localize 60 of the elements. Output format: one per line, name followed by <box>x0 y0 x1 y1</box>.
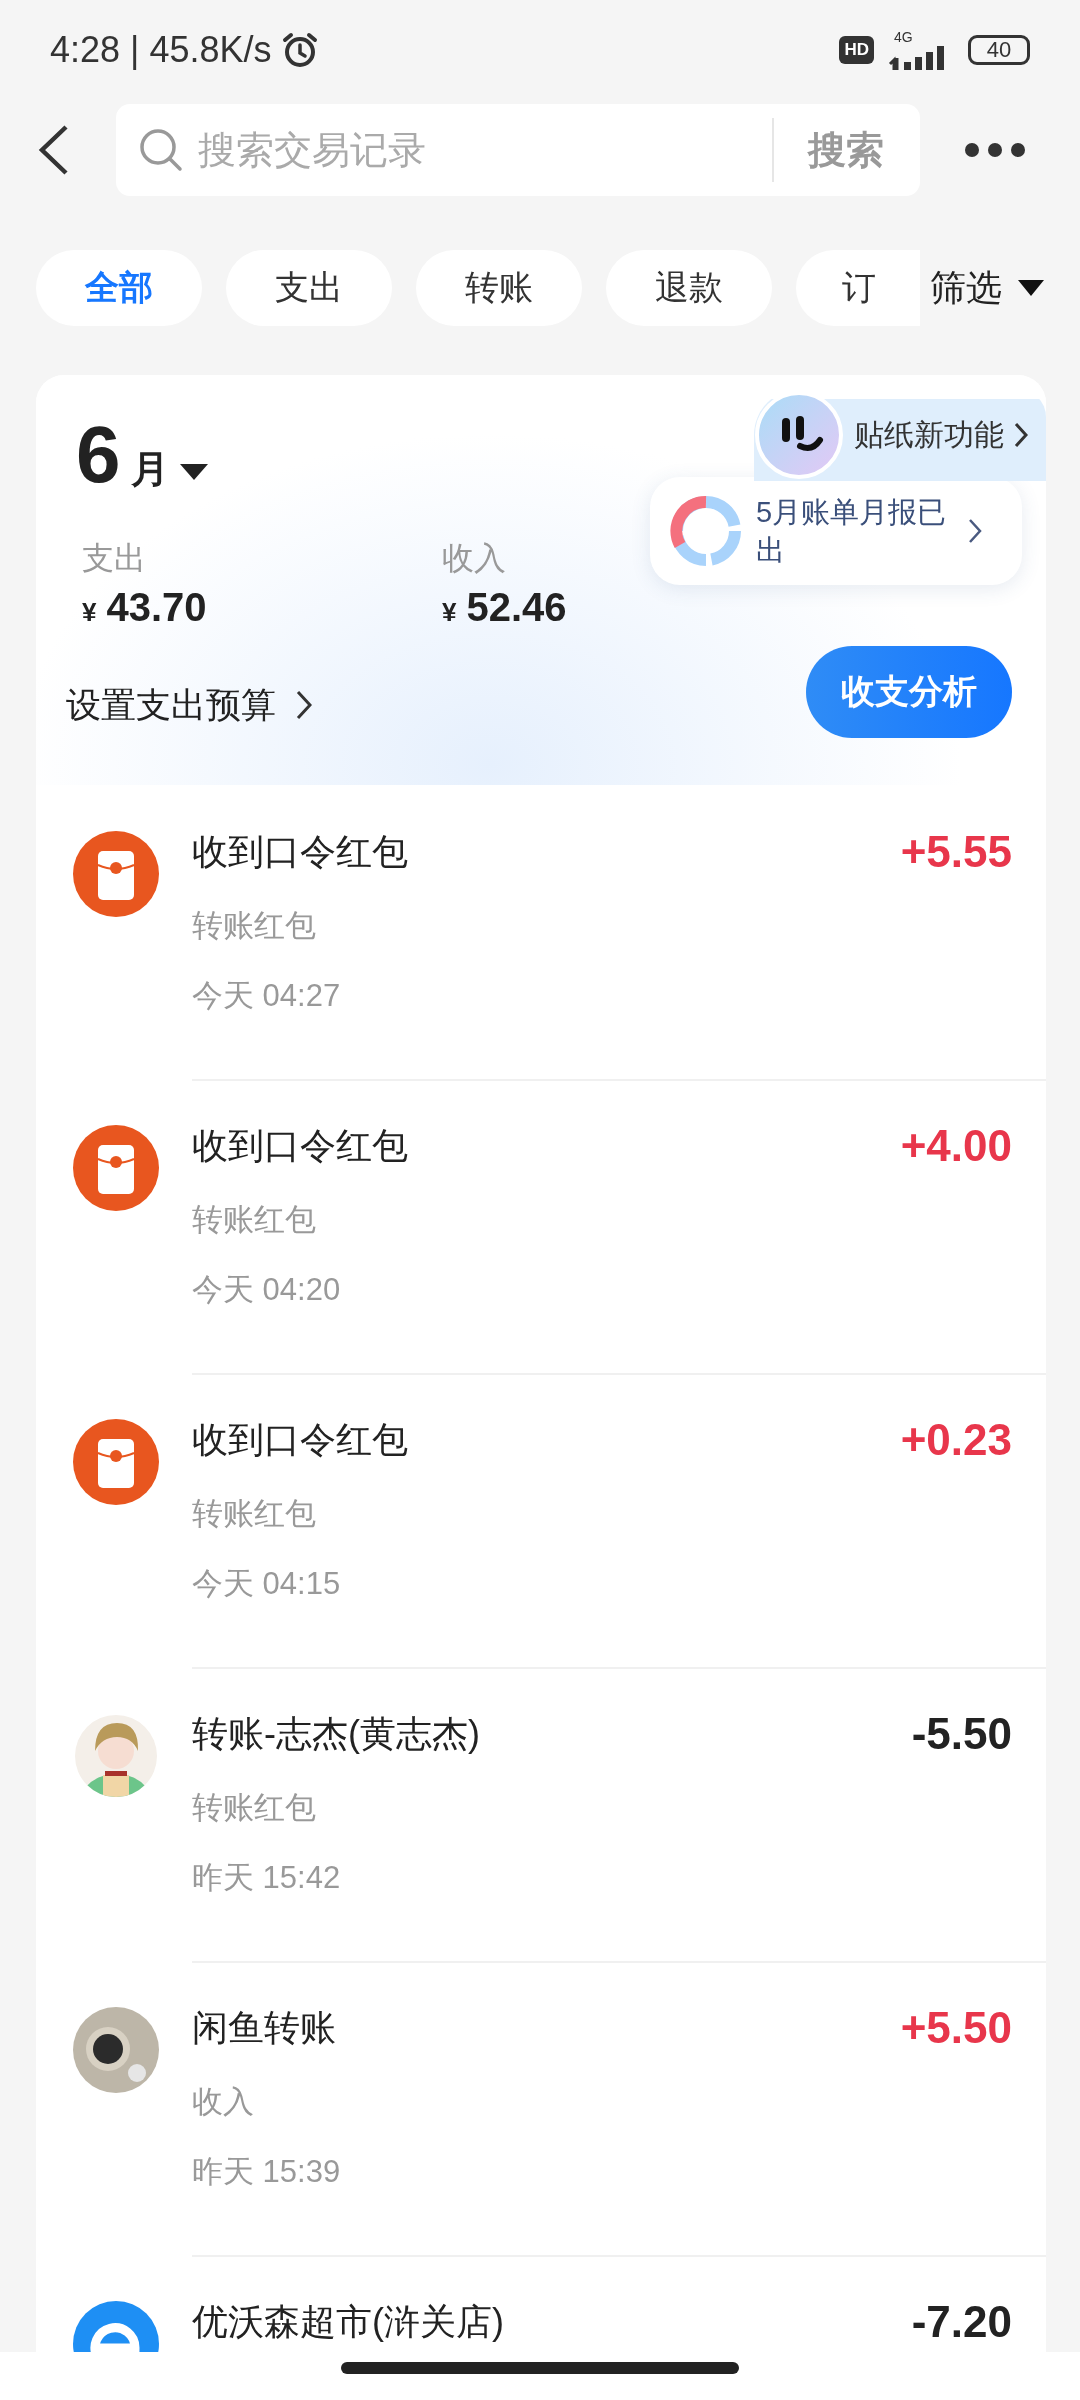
filter-chip[interactable]: 订 <box>796 250 922 326</box>
transaction-row[interactable]: 优沃森超市(浒关店) -7.20 <box>36 2255 1046 2352</box>
transaction-amount: +5.50 <box>900 2003 1012 2053</box>
transaction-time: 昨天 15:39 <box>192 2153 342 2191</box>
transaction-title: 收到口令红包 <box>192 829 408 874</box>
transaction-row[interactable]: 收到口令红包 +4.00 转账红包 今天 04:20 <box>36 1079 1046 1373</box>
month-unit: 月 <box>130 447 169 492</box>
report-bubble[interactable]: 5月账单月报已出 <box>650 477 1022 585</box>
transaction-row[interactable]: 闲鱼转账 +5.50 收入 昨天 15:39 <box>36 1961 1046 2255</box>
filter-chip[interactable]: 支出 <box>226 250 392 326</box>
transaction-row[interactable]: 转账-志杰(黄志杰) -5.50 转账红包 昨天 15:42 <box>36 1667 1046 1961</box>
report-text: 5月账单月报已出 <box>756 495 948 568</box>
transaction-amount: +0.23 <box>900 1415 1012 1465</box>
transaction-type: 转账红包 <box>192 1789 317 1827</box>
transaction-time: 今天 04:27 <box>192 977 342 1015</box>
transaction-type: 转账红包 <box>192 907 317 945</box>
filter-chip[interactable]: 全部 <box>36 250 202 326</box>
caret-icon <box>1016 278 1046 298</box>
currency-sign: ¥ <box>442 597 457 628</box>
expense-label: 支出 <box>82 539 147 578</box>
transaction-row[interactable]: 收到口令红包 +5.55 转账红包 今天 04:27 <box>36 785 1046 1079</box>
transaction-amount: -5.50 <box>911 1709 1012 1759</box>
transaction-title: 收到口令红包 <box>192 1417 408 1462</box>
transaction-type: 收入 <box>192 2083 255 2121</box>
transaction-time: 今天 04:15 <box>192 1565 342 1603</box>
month-label[interactable]: 6 <box>76 415 121 495</box>
envelope-icon <box>73 831 159 917</box>
budget-link[interactable]: 设置支出预算 <box>66 681 312 729</box>
network-label: 4G <box>894 30 913 44</box>
income-label: 收入 <box>442 539 507 578</box>
transaction-title: 优沃森超市(浒关店) <box>192 2299 504 2344</box>
transaction-amount: -7.20 <box>911 2297 1012 2347</box>
transaction-title: 闲鱼转账 <box>192 2005 336 2050</box>
battery-indicator: 40 <box>968 35 1030 65</box>
transaction-amount: +4.00 <box>900 1121 1012 1171</box>
analysis-button[interactable]: 收支分析 <box>806 646 1012 738</box>
transaction-time: 今天 04:20 <box>192 1271 342 1309</box>
transaction-time: 昨天 15:42 <box>192 1859 342 1897</box>
chevron-icon <box>968 518 982 544</box>
filter-chip[interactable]: 退款 <box>606 250 772 326</box>
search-icon <box>138 127 184 173</box>
status-time: 4:28 | 45.8K/s <box>50 29 272 71</box>
ring-chart-icon <box>668 493 744 569</box>
envelope-icon <box>73 1125 159 1211</box>
chevron-icon <box>296 690 312 720</box>
month-caret-icon[interactable] <box>178 462 209 482</box>
transaction-title: 收到口令红包 <box>192 1123 408 1168</box>
income-amount: 52.46 <box>466 585 567 630</box>
transaction-type: 转账红包 <box>192 1495 317 1533</box>
expense-amount: 43.70 <box>106 585 207 630</box>
transaction-title: 转账-志杰(黄志杰) <box>192 1711 480 1756</box>
hd-badge: HD <box>839 36 874 64</box>
more-icon[interactable] <box>964 142 1026 158</box>
chevron-icon <box>1014 422 1028 448</box>
transaction-amount: +5.55 <box>900 827 1012 877</box>
envelope-icon <box>73 1419 159 1505</box>
currency-sign: ¥ <box>82 597 97 628</box>
transaction-type: 转账红包 <box>192 1201 317 1239</box>
transaction-row[interactable]: 收到口令红包 +0.23 转账红包 今天 04:15 <box>36 1373 1046 1667</box>
filter-chip[interactable]: 转账 <box>416 250 582 326</box>
